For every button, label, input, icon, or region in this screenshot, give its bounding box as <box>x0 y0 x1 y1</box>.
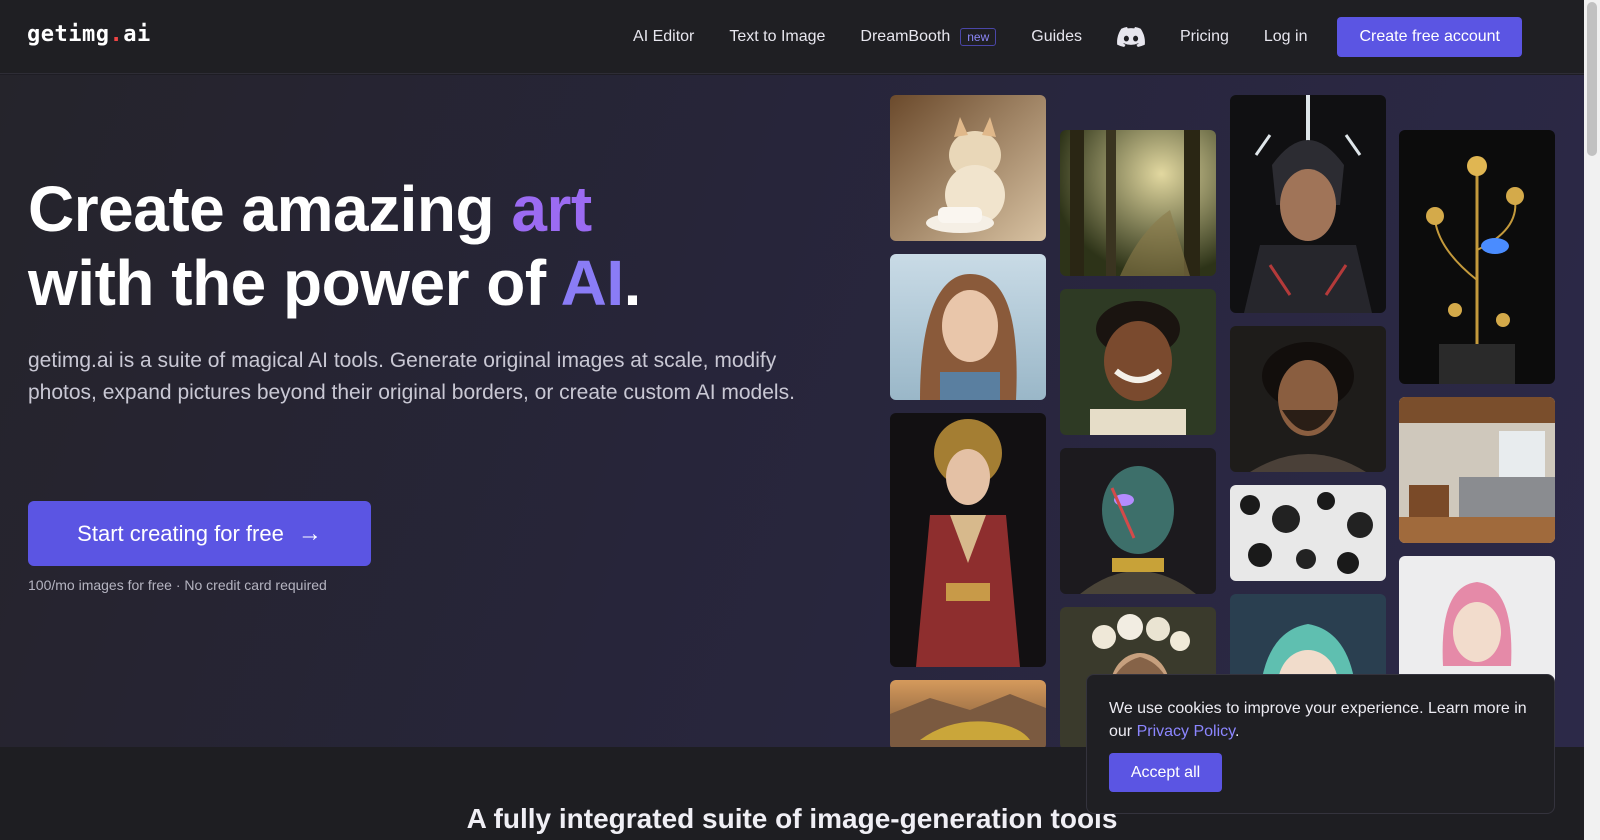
hero-title-period: . <box>623 247 642 319</box>
start-creating-label: Start creating for free <box>77 520 284 546</box>
create-free-account-button[interactable]: Create free account <box>1337 17 1522 57</box>
discord-link[interactable] <box>1117 27 1145 47</box>
start-creating-button[interactable]: Start creating for free → <box>28 501 371 566</box>
hero-title: Create amazing art with the power of AI. <box>28 172 641 320</box>
kimono-woman-image <box>890 413 1046 667</box>
hero-title-accent-art: art <box>511 173 592 245</box>
free-plan-note: 100/mo images for free · No credit card … <box>28 577 327 593</box>
privacy-policy-link[interactable]: Privacy Policy <box>1137 723 1235 740</box>
cyborg-woman-image <box>1060 448 1216 594</box>
armored-warrior-image <box>1230 95 1386 313</box>
golden-flower-sculpture-image <box>1399 130 1555 384</box>
nav-guides-link[interactable]: Guides <box>1031 28 1082 46</box>
site-logo[interactable]: getimg.ai <box>27 22 151 47</box>
smiling-man-portrait-image <box>1060 289 1216 435</box>
sports-car-image <box>890 680 1046 747</box>
hero-title-line2: with the power of <box>28 247 561 319</box>
logo-dot: . <box>109 22 124 47</box>
dreambooth-label: DreamBooth <box>860 28 951 45</box>
new-badge: new <box>960 28 997 46</box>
scrollbar-thumb[interactable] <box>1587 2 1597 156</box>
logo-tld: ai <box>123 22 151 47</box>
forest-sunlight-image <box>1060 130 1216 276</box>
logo-main: getimg <box>27 22 110 47</box>
hero-description: getimg.ai is a suite of magical AI tools… <box>28 349 795 404</box>
accept-all-button[interactable]: Accept all <box>1109 753 1222 792</box>
nav-text-to-image-link[interactable]: Text to Image <box>729 28 825 46</box>
hero-title-line1: Create amazing <box>28 173 512 245</box>
nav-login-link[interactable]: Log in <box>1264 28 1308 46</box>
white-organic-pattern-image <box>1230 485 1386 581</box>
arrow-right-icon: → <box>297 519 322 547</box>
bedroom-interior-image <box>1399 397 1555 543</box>
nav-pricing-link[interactable]: Pricing <box>1180 28 1229 46</box>
cookie-banner: We use cookies to improve your experienc… <box>1086 674 1555 814</box>
page-scrollbar[interactable] <box>1584 0 1600 840</box>
hero-title-accent-ai: AI <box>560 247 625 319</box>
nav-dreambooth-link[interactable]: DreamBooth new <box>860 28 997 46</box>
discord-icon <box>1117 27 1145 47</box>
nav-ai-editor-link[interactable]: AI Editor <box>633 28 694 46</box>
cookie-period: . <box>1234 723 1240 740</box>
cookie-text: We use cookies to improve your experienc… <box>1109 697 1529 743</box>
hero-section: Create amazing art with the power of AI.… <box>0 75 1584 747</box>
bearded-man-portrait-image <box>1230 326 1386 472</box>
nav-links: AI Editor Text to Image DreamBooth new G… <box>633 0 1522 74</box>
top-navbar: getimg.ai AI Editor Text to Image DreamB… <box>0 0 1584 74</box>
young-woman-portrait-image <box>890 254 1046 400</box>
cat-teacup-image <box>890 95 1046 241</box>
